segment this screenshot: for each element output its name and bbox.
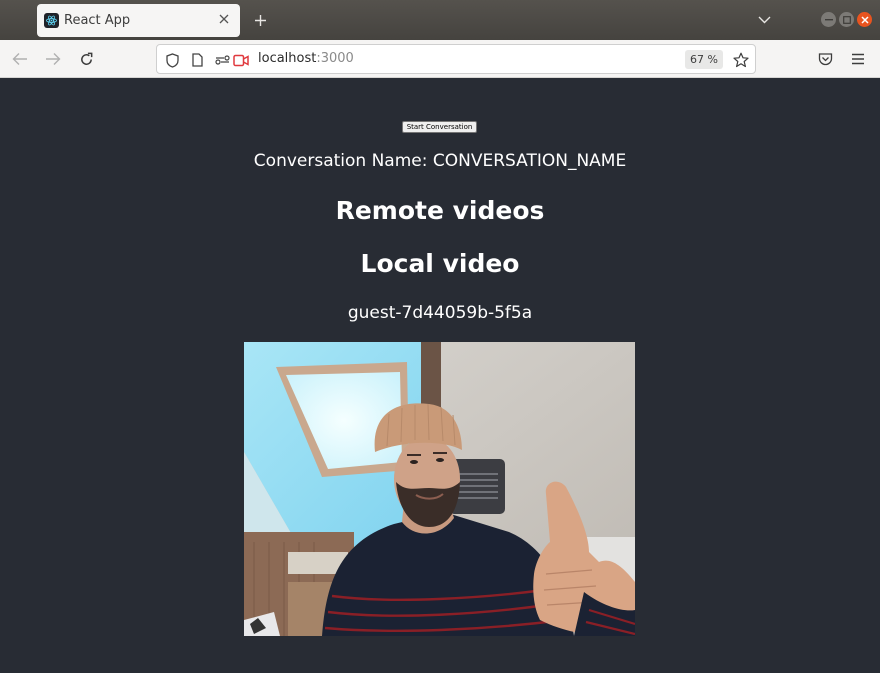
- local-video[interactable]: [244, 342, 635, 636]
- tracking-protection-shield-icon[interactable]: [164, 52, 180, 68]
- reload-icon[interactable]: [77, 50, 95, 68]
- chevron-down-icon[interactable]: [756, 12, 772, 28]
- bookmark-star-icon[interactable]: [732, 51, 750, 69]
- pocket-icon[interactable]: [817, 51, 833, 67]
- close-tab-icon[interactable]: [216, 11, 232, 27]
- hamburger-menu-icon[interactable]: [850, 51, 866, 67]
- forward-arrow-icon[interactable]: [44, 50, 62, 68]
- permissions-icon[interactable]: [214, 52, 230, 68]
- close-window-icon[interactable]: [857, 12, 872, 27]
- zoom-level-badge[interactable]: 67 %: [685, 50, 723, 69]
- start-conversation-button[interactable]: Start Conversation: [402, 121, 477, 133]
- page-info-icon[interactable]: [189, 52, 205, 68]
- back-arrow-icon[interactable]: [11, 50, 29, 68]
- tab-react-app[interactable]: React App: [37, 4, 240, 37]
- url-host: localhost: [258, 51, 317, 66]
- minimize-window-icon[interactable]: [821, 12, 836, 27]
- camera-sharing-icon[interactable]: [233, 52, 249, 68]
- new-tab-icon[interactable]: [251, 11, 269, 29]
- browser-titlebar: React App: [0, 0, 880, 40]
- browser-navbar: localhost:3000 67 %: [0, 40, 880, 78]
- local-video-heading: Local video: [360, 249, 520, 278]
- local-participant-name: guest-7d44059b-5f5a: [347, 303, 533, 323]
- url-text[interactable]: localhost:3000: [258, 51, 354, 66]
- maximize-window-icon[interactable]: [839, 12, 854, 27]
- tab-title: React App: [64, 13, 131, 28]
- url-port: :3000: [316, 51, 354, 66]
- remote-videos-heading: Remote videos: [335, 196, 545, 225]
- url-bar[interactable]: localhost:3000 67 %: [156, 44, 756, 74]
- page-content: Start Conversation Conversation Name: CO…: [0, 78, 880, 673]
- react-logo-icon: [44, 13, 59, 28]
- local-video-frame: [244, 342, 635, 636]
- conversation-name: Conversation Name: CONVERSATION_NAME: [253, 151, 627, 171]
